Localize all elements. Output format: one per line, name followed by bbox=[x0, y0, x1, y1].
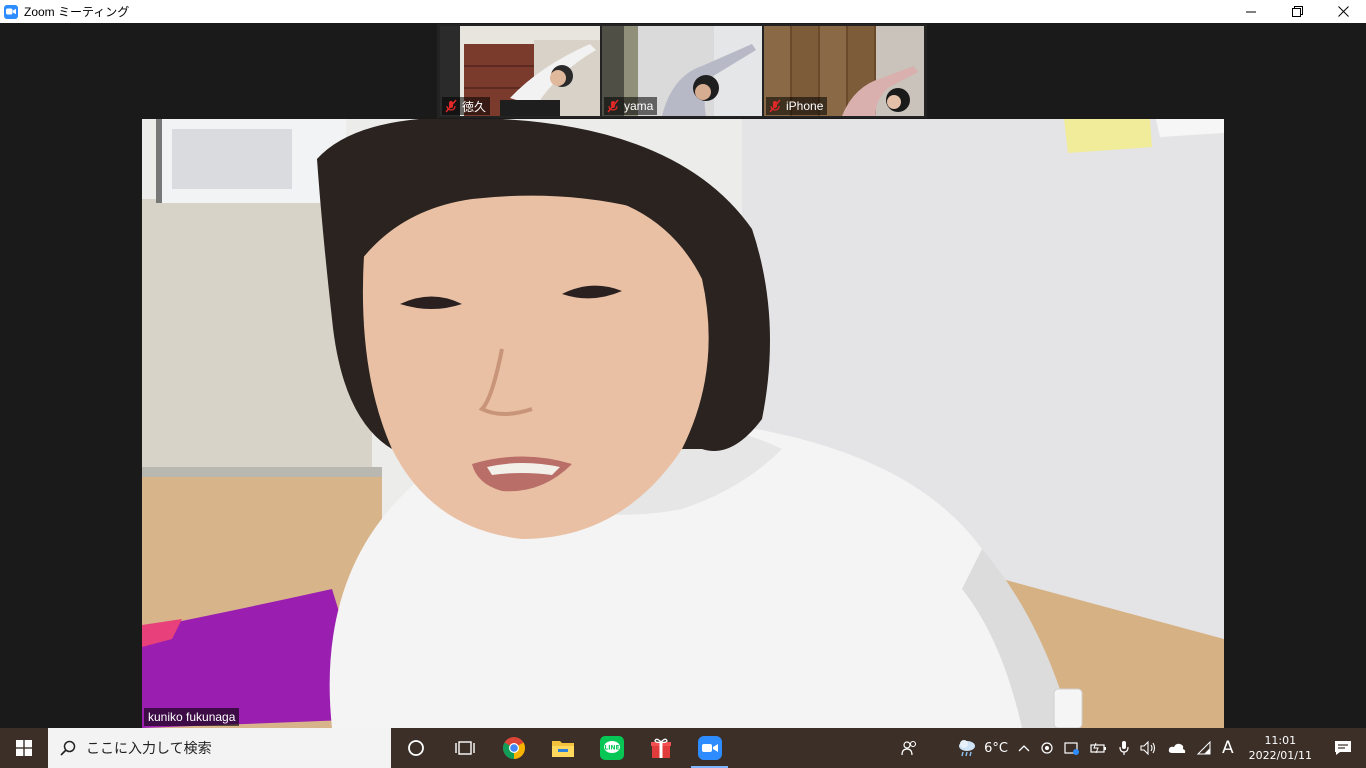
gift-app-button[interactable] bbox=[636, 728, 685, 768]
participant-thumbnail[interactable]: 徳久 bbox=[440, 26, 600, 116]
security-tray-button[interactable] bbox=[1059, 728, 1085, 768]
camera-icon bbox=[1041, 742, 1053, 754]
restore-icon bbox=[1291, 6, 1303, 17]
close-button[interactable] bbox=[1320, 0, 1366, 23]
participant-name: iPhone bbox=[786, 99, 824, 113]
line-app-button[interactable]: LINE bbox=[587, 728, 636, 768]
wifi-icon bbox=[1196, 741, 1211, 755]
clock-date: 2022/01/11 bbox=[1248, 749, 1312, 762]
start-button[interactable] bbox=[0, 728, 48, 768]
zoom-taskbar-button[interactable] bbox=[685, 728, 734, 768]
chevron-up-icon bbox=[1018, 745, 1030, 752]
ime-mode-button[interactable]: A bbox=[1217, 728, 1239, 768]
clock-time: 11:01 bbox=[1264, 734, 1297, 747]
windows-icon bbox=[16, 740, 32, 756]
cortana-icon bbox=[407, 740, 424, 756]
participant-name: 徳久 bbox=[462, 99, 487, 114]
muted-mic-icon bbox=[445, 99, 457, 113]
participant-name: yama bbox=[624, 99, 654, 113]
participant-thumbnail[interactable]: iPhone bbox=[764, 26, 924, 116]
zoom-icon bbox=[697, 736, 722, 760]
title-bar: Zoom ミーティング bbox=[0, 0, 1366, 23]
active-speaker-name: kuniko fukunaga bbox=[148, 710, 236, 724]
action-center-button[interactable] bbox=[1322, 728, 1366, 768]
svg-text:LINE: LINE bbox=[604, 745, 619, 752]
camera-tray-button[interactable] bbox=[1035, 728, 1059, 768]
cloud-icon bbox=[1168, 743, 1186, 753]
system-tray: 6°C A 11:01 2022/01/11 bbox=[896, 728, 1366, 768]
participant-name-tag: 徳久 bbox=[442, 97, 491, 115]
rain-cloud-icon bbox=[959, 740, 976, 757]
participant-thumbnail[interactable]: yama bbox=[602, 26, 762, 116]
taskbar: ここに入力して検索 LINE 6°C A 11:01 2022/01/11 bbox=[0, 728, 1366, 768]
close-icon bbox=[1337, 6, 1349, 17]
microphone-tray-button[interactable] bbox=[1113, 728, 1135, 768]
device-icon bbox=[1064, 742, 1079, 755]
people-icon bbox=[901, 740, 917, 756]
window-title: Zoom ミーティング bbox=[24, 5, 130, 19]
minimize-button[interactable] bbox=[1228, 0, 1274, 23]
gift-icon bbox=[650, 738, 671, 758]
active-speaker-name-tag: kuniko fukunaga bbox=[144, 708, 240, 726]
weather-temperature: 6°C bbox=[984, 740, 1008, 756]
show-hidden-icons-button[interactable] bbox=[1013, 728, 1035, 768]
system-clock[interactable]: 11:01 2022/01/11 bbox=[1239, 733, 1322, 763]
zoom-app-icon bbox=[4, 4, 18, 19]
muted-mic-icon bbox=[607, 99, 619, 113]
chrome-icon bbox=[502, 737, 525, 759]
ime-mode-indicator: A bbox=[1221, 738, 1234, 758]
file-explorer-button[interactable] bbox=[538, 728, 587, 768]
task-view-icon bbox=[454, 741, 475, 755]
battery-icon bbox=[1090, 742, 1106, 754]
microphone-icon bbox=[1119, 741, 1129, 755]
speaker-video-frame bbox=[142, 119, 1224, 728]
speaker-icon bbox=[1140, 741, 1156, 755]
participant-name-tag: iPhone bbox=[766, 97, 828, 115]
weather-widget[interactable]: 6°C bbox=[951, 728, 1013, 768]
line-icon: LINE bbox=[599, 736, 624, 760]
active-speaker-video[interactable]: kuniko fukunaga bbox=[142, 119, 1224, 728]
file-explorer-icon bbox=[551, 741, 574, 757]
search-icon bbox=[60, 740, 76, 756]
meeting-stage: 徳久 yama iPhone kuniko fukunaga bbox=[0, 23, 1366, 728]
task-view-button[interactable] bbox=[440, 728, 489, 768]
participant-name-tag: yama bbox=[604, 97, 658, 115]
notification-icon bbox=[1335, 741, 1351, 755]
muted-mic-icon bbox=[769, 99, 781, 113]
search-placeholder: ここに入力して検索 bbox=[86, 741, 212, 757]
participant-strip: 徳久 yama iPhone bbox=[437, 24, 927, 118]
cortana-button[interactable] bbox=[391, 728, 440, 768]
chrome-button[interactable] bbox=[489, 728, 538, 768]
minimize-icon bbox=[1245, 11, 1256, 13]
taskbar-search-box[interactable]: ここに入力して検索 bbox=[48, 728, 391, 768]
people-button[interactable] bbox=[896, 728, 951, 768]
network-tray-button[interactable] bbox=[1191, 728, 1217, 768]
battery-tray-button[interactable] bbox=[1085, 728, 1113, 768]
onedrive-tray-button[interactable] bbox=[1163, 728, 1191, 768]
restore-button[interactable] bbox=[1274, 0, 1320, 23]
volume-tray-button[interactable] bbox=[1135, 728, 1163, 768]
